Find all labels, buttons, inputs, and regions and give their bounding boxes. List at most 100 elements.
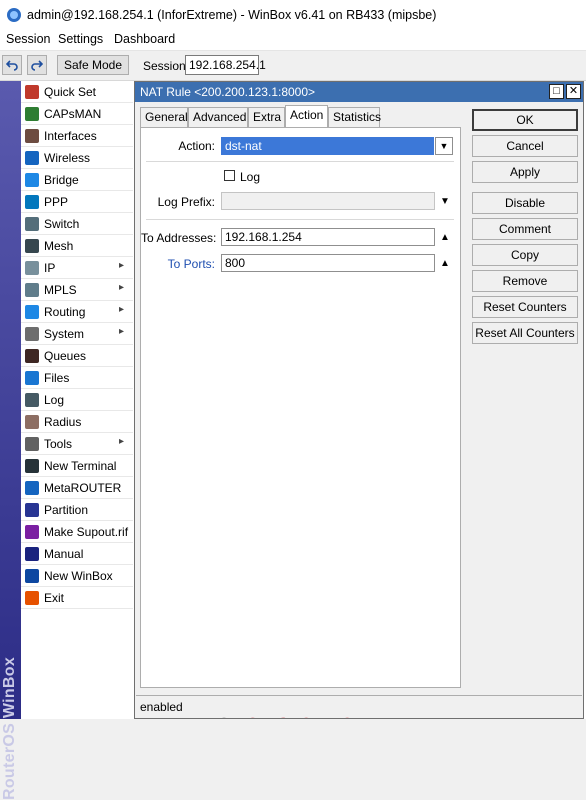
tab-advanced[interactable]: Advanced xyxy=(188,107,248,127)
to-ports-label[interactable]: To Ports: xyxy=(141,257,215,271)
action-select[interactable]: dst-nat xyxy=(221,137,434,155)
sidebar-item[interactable]: Log xyxy=(21,390,133,411)
action-label: Action: xyxy=(178,139,215,153)
winbox-icon xyxy=(25,569,39,583)
sidebar-item[interactable]: Partition xyxy=(21,500,133,521)
submenu-arrow-icon: ▸ xyxy=(119,260,125,271)
tools-icon xyxy=(25,437,39,451)
sidebar-item-label: System xyxy=(44,327,85,341)
undo-button[interactable] xyxy=(2,55,22,75)
toolbar: Safe Mode Session: 192.168.254.1 xyxy=(0,51,586,81)
disable-button[interactable]: Disable xyxy=(472,192,578,214)
menu-dashboard[interactable]: Dashboard xyxy=(114,32,175,46)
log-prefix-label: Log Prefix: xyxy=(157,195,215,209)
sidebar-item-label: Routing xyxy=(44,305,86,319)
menu-session[interactable]: Session xyxy=(6,32,50,46)
log-icon xyxy=(25,393,39,407)
redo-button[interactable] xyxy=(27,55,47,75)
files-icon xyxy=(25,371,39,385)
sidebar-item[interactable]: System ▸ xyxy=(21,324,133,345)
sidebar-item-label: Switch xyxy=(44,217,80,231)
sidebar-item[interactable]: Mesh xyxy=(21,236,133,257)
sidebar-item[interactable]: New Terminal xyxy=(21,456,133,477)
sidebar-item[interactable]: IP ▸ xyxy=(21,258,133,279)
session-label: Session: xyxy=(143,59,190,73)
ip-icon xyxy=(25,261,39,275)
submenu-arrow-icon: ▸ xyxy=(119,304,125,315)
sidebar-item-label: New WinBox xyxy=(44,569,113,583)
reset-all-counters-button[interactable]: Reset All Counters xyxy=(472,322,578,344)
sidebar-item[interactable]: Wireless xyxy=(21,148,133,169)
to-addresses-input[interactable]: 192.168.1.254 xyxy=(221,228,435,246)
cancel-button[interactable]: Cancel xyxy=(472,135,578,157)
sidebar-item-label: Bridge xyxy=(44,173,79,187)
ok-button[interactable]: OK xyxy=(472,109,578,131)
sidebar-item[interactable]: Tools ▸ xyxy=(21,434,133,455)
sidebar-item[interactable]: Make Supout.rif xyxy=(21,522,133,543)
mpls-icon xyxy=(25,283,39,297)
to-ports-collapse-icon[interactable]: ▲ xyxy=(440,258,450,269)
sidebar-item[interactable]: Quick Set xyxy=(21,82,133,103)
sidebar-item-label: Queues xyxy=(44,349,87,363)
log-checkbox[interactable] xyxy=(224,170,235,181)
sidebar-item[interactable]: Switch xyxy=(21,214,133,235)
brand-vertical-text: RouterOS WinBox xyxy=(1,656,18,800)
dialog-title: NAT Rule <200.200.123.1:8000> xyxy=(140,85,316,99)
close-button[interactable]: ✕ xyxy=(566,84,581,99)
switch-icon xyxy=(25,217,39,231)
sidebar-item[interactable]: Files xyxy=(21,368,133,389)
sidebar-item[interactable]: Routing ▸ xyxy=(21,302,133,323)
reset-counters-button[interactable]: Reset Counters xyxy=(472,296,578,318)
sidebar-item-label: Quick Set xyxy=(44,85,97,99)
log-checkbox-label: Log xyxy=(240,170,261,184)
apply-button[interactable]: Apply xyxy=(472,161,578,183)
sidebar-item[interactable]: Interfaces xyxy=(21,126,133,147)
menu-settings[interactable]: Settings xyxy=(58,32,103,46)
partition-icon xyxy=(25,503,39,517)
sidebar-item[interactable]: Bridge xyxy=(21,170,133,191)
sidebar-item[interactable]: PPP xyxy=(21,192,133,213)
sidebar-item-label: CAPsMAN xyxy=(44,107,102,121)
sidebar-item[interactable]: Manual xyxy=(21,544,133,565)
log-prefix-expand-icon[interactable]: ▼ xyxy=(440,196,450,207)
exit-icon xyxy=(25,591,39,605)
sidebar-item[interactable]: MPLS ▸ xyxy=(21,280,133,301)
sidebar-item[interactable]: New WinBox xyxy=(21,566,133,587)
sidebar-item[interactable]: Queues xyxy=(21,346,133,367)
dialog-title-bar[interactable]: NAT Rule <200.200.123.1:8000> □ ✕ xyxy=(135,82,583,102)
window-title: admin@192.168.254.1 (InforExtreme) - Win… xyxy=(27,8,437,22)
supout-icon xyxy=(25,525,39,539)
session-field[interactable]: 192.168.254.1 xyxy=(185,55,266,75)
to-addresses-collapse-icon[interactable]: ▲ xyxy=(440,232,450,243)
action-dropdown-button[interactable]: ▼ xyxy=(435,137,453,155)
comment-button[interactable]: Comment xyxy=(472,218,578,240)
tab-statistics[interactable]: Statistics xyxy=(328,107,381,127)
log-prefix-input[interactable] xyxy=(221,192,435,210)
sidebar-item-label: Partition xyxy=(44,503,89,517)
safe-mode-button[interactable]: Safe Mode xyxy=(57,55,129,75)
action-tab-panel: Action: dst-nat ▼ Log Log Prefix: ▼ To A… xyxy=(140,127,461,723)
ppp-icon xyxy=(25,195,39,209)
copy-button[interactable]: Copy xyxy=(472,244,578,266)
status-bar: enabled xyxy=(136,695,582,717)
sidebar-item-label: Manual xyxy=(44,547,84,561)
tab-general[interactable]: General xyxy=(140,107,188,127)
tab-extra[interactable]: Extra xyxy=(248,107,285,127)
to-ports-input[interactable]: 800 xyxy=(221,254,435,272)
sidebar-item[interactable]: MetaROUTER xyxy=(21,478,133,499)
menu-bar: Session Settings Dashboard xyxy=(0,30,586,51)
remove-button[interactable]: Remove xyxy=(472,270,578,292)
submenu-arrow-icon: ▸ xyxy=(119,326,125,337)
sidebar-menu: Quick Set CAPsMAN Interfaces Wireless Bridge… xyxy=(21,81,134,719)
interfaces-icon xyxy=(25,129,39,143)
sidebar-item-label: Log xyxy=(44,393,65,407)
maximize-icon: □ xyxy=(553,85,560,97)
sidebar-item-label: Make Supout.rif xyxy=(44,525,129,539)
maximize-button[interactable]: □ xyxy=(549,84,564,99)
sidebar-item[interactable]: Exit xyxy=(21,588,133,609)
wireless-icon xyxy=(25,151,39,165)
sidebar-item[interactable]: Radius xyxy=(21,412,133,433)
tab-action[interactable]: Action xyxy=(285,105,328,128)
sidebar-item-label: Radius xyxy=(44,415,82,429)
sidebar-item[interactable]: CAPsMAN xyxy=(21,104,133,125)
